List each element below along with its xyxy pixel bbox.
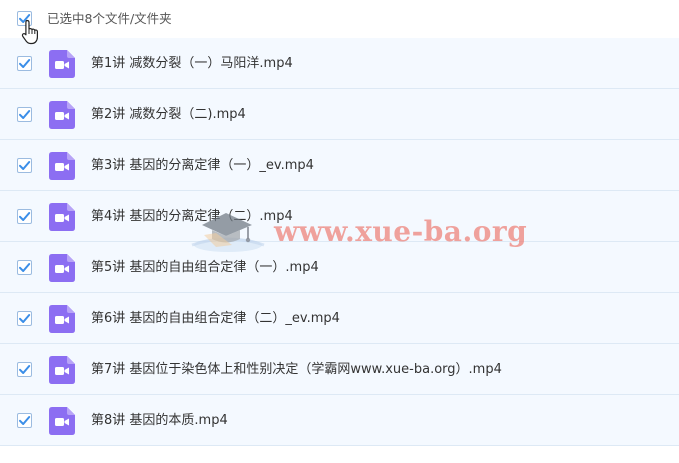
file-checkbox[interactable] — [17, 362, 32, 377]
checkmark-icon — [19, 110, 31, 119]
file-name[interactable]: 第3讲 基因的分离定律（一）_ev.mp4 — [91, 140, 314, 191]
video-file-icon — [49, 50, 75, 78]
checkmark-icon — [19, 212, 31, 221]
video-file-icon — [49, 203, 75, 231]
checkmark-icon — [19, 59, 31, 68]
file-checkbox[interactable] — [17, 107, 32, 122]
file-checkbox[interactable] — [17, 413, 32, 428]
checkmark-icon — [19, 314, 31, 323]
file-row[interactable]: 第6讲 基因的自由组合定律（二）_ev.mp4 — [0, 293, 679, 344]
file-row[interactable]: 第8讲 基因的本质.mp4 — [0, 395, 679, 446]
file-checkbox[interactable] — [17, 158, 32, 173]
video-file-icon — [49, 305, 75, 333]
video-file-icon — [49, 101, 75, 129]
file-checkbox[interactable] — [17, 260, 32, 275]
file-checkbox[interactable] — [17, 209, 32, 224]
video-file-icon — [49, 356, 75, 384]
checkmark-icon — [19, 416, 31, 425]
file-name[interactable]: 第1讲 减数分裂（一）马阳洋.mp4 — [91, 38, 293, 89]
video-file-icon — [49, 203, 75, 231]
file-checkbox[interactable] — [17, 56, 32, 71]
file-row[interactable]: 第5讲 基因的自由组合定律（一）.mp4 — [0, 242, 679, 293]
video-file-icon — [49, 50, 75, 78]
checkmark-icon — [19, 14, 31, 23]
file-name[interactable]: 第2讲 减数分裂（二).mp4 — [91, 89, 246, 140]
selection-header: 已选中8个文件/文件夹 — [0, 0, 679, 38]
file-row[interactable]: 第2讲 减数分裂（二).mp4 — [0, 89, 679, 140]
video-file-icon — [49, 254, 75, 282]
video-file-icon — [49, 101, 75, 129]
file-checkbox[interactable] — [17, 311, 32, 326]
file-name[interactable]: 第6讲 基因的自由组合定律（二）_ev.mp4 — [91, 293, 340, 344]
video-file-icon — [49, 305, 75, 333]
file-name[interactable]: 第4讲 基因的分离定律（二）.mp4 — [91, 191, 293, 242]
checkmark-icon — [19, 365, 31, 374]
video-file-icon — [49, 152, 75, 180]
file-list: 第1讲 减数分裂（一）马阳洋.mp4 第2讲 减数分裂（二).mp4 第3讲 基因的… — [0, 38, 679, 446]
video-file-icon — [49, 407, 75, 435]
checkmark-icon — [19, 263, 31, 272]
video-file-icon — [49, 356, 75, 384]
file-name[interactable]: 第5讲 基因的自由组合定律（一）.mp4 — [91, 242, 319, 293]
file-name[interactable]: 第7讲 基因位于染色体上和性别决定（学霸网www.xue-ba.org）.mp4 — [91, 344, 502, 395]
video-file-icon — [49, 407, 75, 435]
video-file-icon — [49, 254, 75, 282]
file-row[interactable]: 第1讲 减数分裂（一）马阳洋.mp4 — [0, 38, 679, 89]
video-file-icon — [49, 152, 75, 180]
file-name[interactable]: 第8讲 基因的本质.mp4 — [91, 395, 228, 446]
selection-count-label: 已选中8个文件/文件夹 — [47, 11, 172, 26]
select-all-checkbox[interactable] — [17, 11, 32, 26]
file-row[interactable]: 第7讲 基因位于染色体上和性别决定（学霸网www.xue-ba.org）.mp4 — [0, 344, 679, 395]
file-row[interactable]: 第4讲 基因的分离定律（二）.mp4 — [0, 191, 679, 242]
checkmark-icon — [19, 161, 31, 170]
file-row[interactable]: 第3讲 基因的分离定律（一）_ev.mp4 — [0, 140, 679, 191]
